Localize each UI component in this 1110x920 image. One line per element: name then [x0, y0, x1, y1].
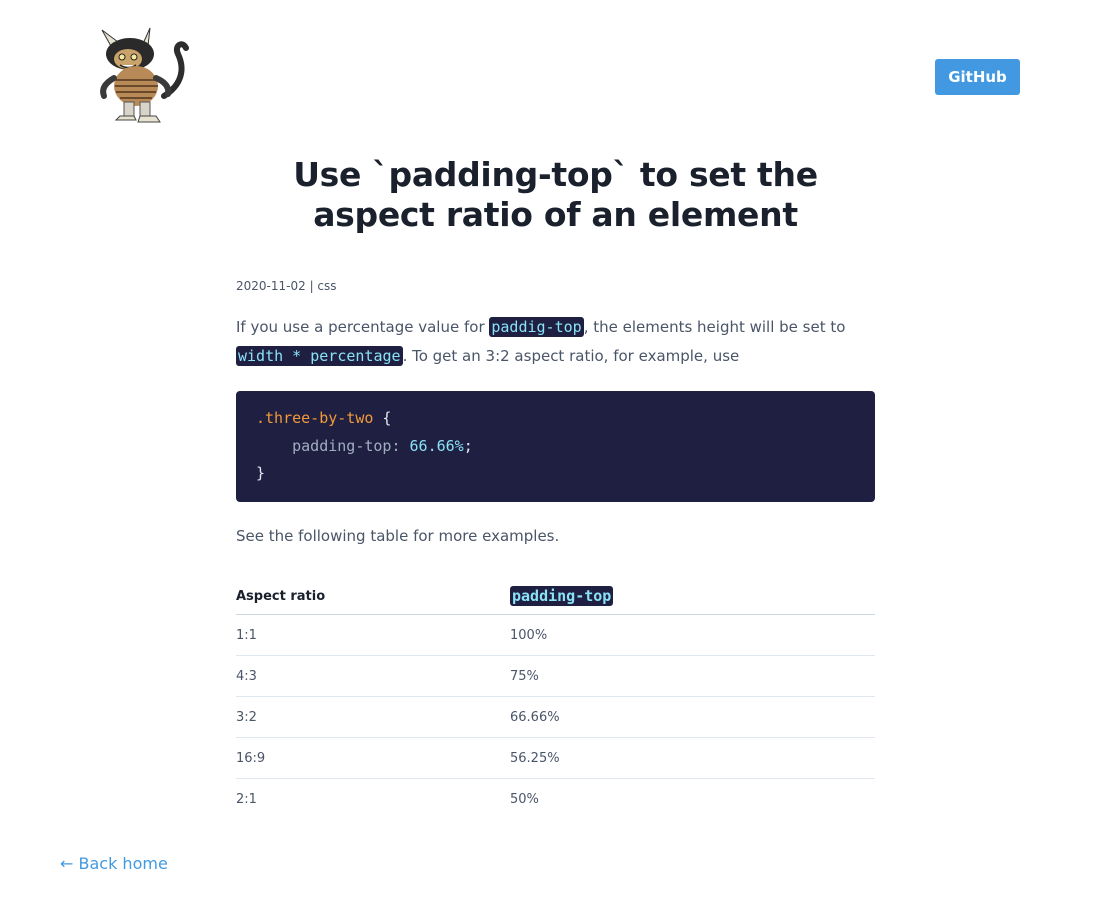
- page-title: Use `padding-top` to set the aspect rati…: [293, 155, 818, 234]
- meta-separator: |: [305, 279, 318, 293]
- table-row: 3:2 66.66%: [236, 696, 875, 738]
- code-value: 66.66%: [409, 436, 464, 455]
- github-button[interactable]: GitHub: [935, 59, 1020, 95]
- after-code-paragraph: See the following table for more example…: [236, 527, 560, 545]
- intro-text-1: If you use a percentage value for: [236, 318, 490, 336]
- table-cell-padding: 50%: [510, 791, 539, 807]
- table-row: 4:3 75%: [236, 655, 875, 697]
- article: Use `padding-top` to set the aspect rati…: [236, 155, 875, 819]
- table-cell-padding: 66.66%: [510, 696, 875, 738]
- inline-code-padding-top: paddig-top: [489, 317, 584, 337]
- code-close-brace: }: [256, 464, 266, 482]
- table-cell-ratio: 3:2: [236, 696, 510, 738]
- wild-thing-logo-icon[interactable]: [90, 26, 194, 126]
- table-cell-padding: 56.25%: [510, 737, 875, 779]
- code-semicolon: ;: [463, 436, 473, 455]
- table-cell-ratio: 4:3: [236, 655, 510, 697]
- post-tag[interactable]: css: [317, 279, 336, 293]
- page: GitHub Use `padding-top` to set the aspe…: [0, 0, 1110, 920]
- table-cell-ratio: 16:9: [236, 737, 510, 779]
- code-property: padding-top: [292, 436, 392, 455]
- header-inline-code: padding-top: [510, 586, 614, 606]
- table-cell-ratio: 1:1: [236, 614, 510, 656]
- table-cell-padding: 75%: [510, 655, 875, 697]
- code-selector: .three-by-two: [256, 409, 374, 427]
- table-header-aspect-ratio: Aspect ratio: [236, 578, 510, 615]
- intro-text-2: , the elements height will be set to: [583, 318, 846, 336]
- intro-text-3: . To get an 3:2 aspect ratio, for exampl…: [402, 347, 740, 365]
- back-home-link[interactable]: ← Back home: [60, 854, 168, 873]
- table-header-padding-top: padding-top: [510, 578, 875, 615]
- table-row: 2:1 50%: [236, 779, 875, 820]
- aspect-ratio-table: Aspect ratio padding-top 1:1 100% 4:3 75…: [236, 578, 875, 819]
- code-block: .three-by-two { padding-top: 66.66%; }: [236, 391, 875, 502]
- table-row: 16:9 56.25%: [236, 737, 875, 779]
- table-row: 1:1 100%: [236, 614, 875, 656]
- table-header-row: Aspect ratio padding-top: [236, 578, 875, 615]
- post-date: 2020-11-02: [236, 279, 306, 293]
- code-colon: :: [391, 436, 410, 455]
- inline-code-width-percentage: width * percentage: [236, 346, 403, 366]
- code-open-brace: {: [373, 409, 392, 427]
- table-cell-ratio: 2:1: [236, 791, 257, 807]
- intro-paragraph: If you use a percentage value for paddig…: [236, 313, 875, 371]
- table-cell-padding: 100%: [510, 614, 875, 656]
- post-meta: 2020-11-02 | css: [236, 278, 875, 294]
